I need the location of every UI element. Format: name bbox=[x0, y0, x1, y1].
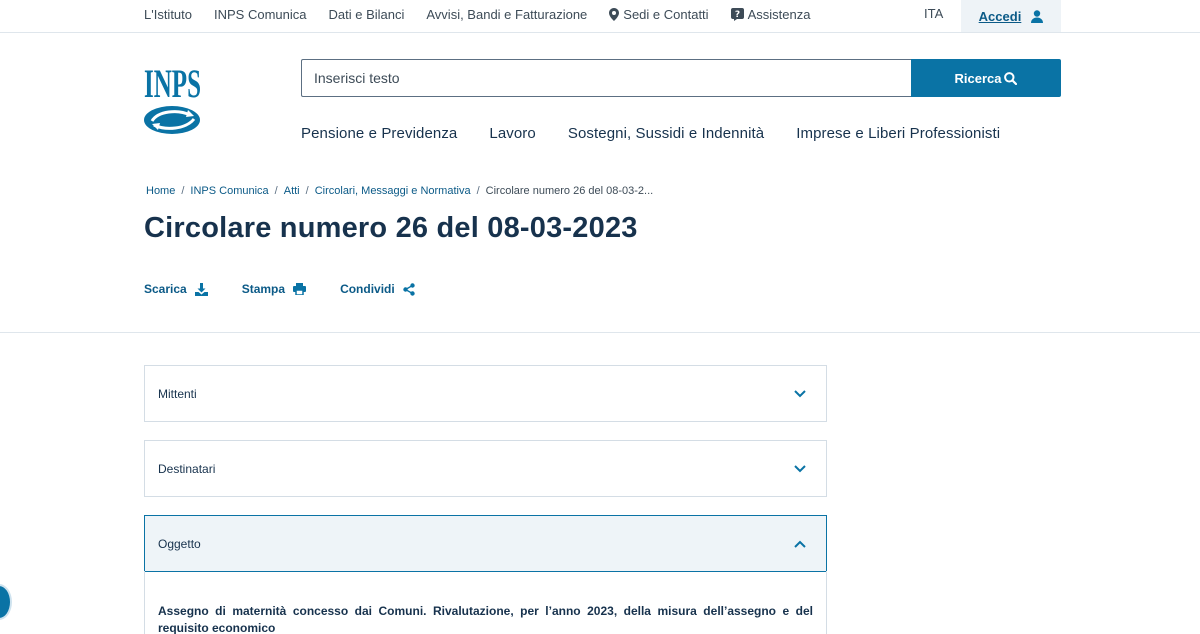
print-label: Stampa bbox=[241, 282, 286, 296]
breadcrumb-inps-comunica[interactable]: INPS Comunica bbox=[190, 185, 268, 197]
link-assistenza[interactable]: ? Assistenza bbox=[730, 6, 811, 22]
accordion-oggetto[interactable]: Oggetto bbox=[144, 515, 827, 572]
print-button[interactable]: Stampa bbox=[241, 282, 307, 296]
breadcrumb-separator: / bbox=[181, 185, 185, 197]
link-sedi-contatti[interactable]: Sedi e Contatti bbox=[609, 6, 709, 22]
share-icon bbox=[403, 282, 415, 296]
logo-text: INPS bbox=[144, 61, 201, 106]
section-divider bbox=[0, 332, 1200, 333]
chevron-down-icon bbox=[794, 464, 806, 472]
accordion-oggetto-label: Oggetto bbox=[158, 536, 201, 551]
search-button-label: Ricerca bbox=[954, 70, 1002, 86]
nav-imprese-professionisti[interactable]: Imprese e Liberi Professionisti bbox=[796, 125, 1000, 142]
download-label: Scarica bbox=[144, 282, 187, 296]
top-utility-bar: L'Istituto INPS Comunica Dati e Bilanci … bbox=[0, 0, 1200, 33]
map-pin-icon bbox=[609, 7, 620, 21]
download-button[interactable]: Scarica bbox=[144, 282, 208, 296]
search-icon bbox=[1004, 71, 1018, 85]
accordion-destinatari-label: Destinatari bbox=[158, 461, 216, 476]
login-button[interactable]: Accedi bbox=[961, 0, 1061, 32]
chevron-down-icon bbox=[794, 389, 806, 397]
chevron-up-icon bbox=[794, 540, 806, 548]
breadcrumb-separator: / bbox=[476, 185, 480, 197]
document-actions: Scarica Stampa Condividi bbox=[144, 282, 449, 296]
link-istituto[interactable]: L'Istituto bbox=[144, 7, 192, 22]
breadcrumb: Home / INPS Comunica / Atti / Circolari,… bbox=[146, 185, 653, 197]
share-label: Condividi bbox=[340, 282, 395, 296]
oggetto-text: Assegno di maternità concesso dai Comuni… bbox=[158, 604, 813, 634]
nav-lavoro[interactable]: Lavoro bbox=[489, 125, 535, 142]
breadcrumb-current: Circolare numero 26 del 08-03-2... bbox=[485, 185, 654, 197]
accordion-mittenti[interactable]: Mittenti bbox=[144, 365, 827, 422]
link-avvisi-bandi[interactable]: Avvisi, Bandi e Fatturazione bbox=[426, 7, 587, 22]
language-selector[interactable]: ITA bbox=[924, 0, 943, 28]
breadcrumb-atti[interactable]: Atti bbox=[284, 185, 300, 197]
inps-logo[interactable]: INPS bbox=[144, 55, 202, 137]
main-navigation: Pensione e Previdenza Lavoro Sostegni, S… bbox=[301, 125, 1032, 142]
page-title: Circolare numero 26 del 08-03-2023 bbox=[144, 212, 638, 244]
user-icon bbox=[1031, 9, 1044, 23]
link-assistenza-label: Assistenza bbox=[747, 6, 811, 22]
accordion-oggetto-content: Assegno di maternità concesso dai Comuni… bbox=[144, 571, 827, 634]
floating-help-button[interactable] bbox=[0, 584, 12, 620]
help-chat-icon: ? bbox=[730, 7, 744, 21]
search-input[interactable] bbox=[301, 59, 912, 97]
nav-pensione-previdenza[interactable]: Pensione e Previdenza bbox=[301, 125, 457, 142]
nav-sostegni-sussidi[interactable]: Sostegni, Sussidi e Indennità bbox=[568, 125, 764, 142]
link-sedi-contatti-label: Sedi e Contatti bbox=[623, 6, 709, 22]
utility-links: L'Istituto INPS Comunica Dati e Bilanci … bbox=[144, 0, 832, 28]
share-button[interactable]: Condividi bbox=[340, 282, 415, 296]
accordion-destinatari[interactable]: Destinatari bbox=[144, 440, 827, 497]
breadcrumb-separator: / bbox=[274, 185, 278, 197]
print-icon bbox=[293, 283, 307, 295]
breadcrumb-separator: / bbox=[305, 185, 309, 197]
download-icon bbox=[194, 282, 208, 296]
svg-text:?: ? bbox=[734, 10, 739, 20]
breadcrumb-home[interactable]: Home bbox=[146, 185, 175, 197]
link-dati-bilanci[interactable]: Dati e Bilanci bbox=[329, 7, 405, 22]
link-inps-comunica[interactable]: INPS Comunica bbox=[214, 7, 306, 22]
login-label: Accedi bbox=[978, 8, 1022, 24]
accordion-mittenti-label: Mittenti bbox=[158, 386, 197, 401]
search-button[interactable]: Ricerca bbox=[911, 59, 1061, 97]
breadcrumb-circolari[interactable]: Circolari, Messaggi e Normativa bbox=[315, 185, 471, 197]
